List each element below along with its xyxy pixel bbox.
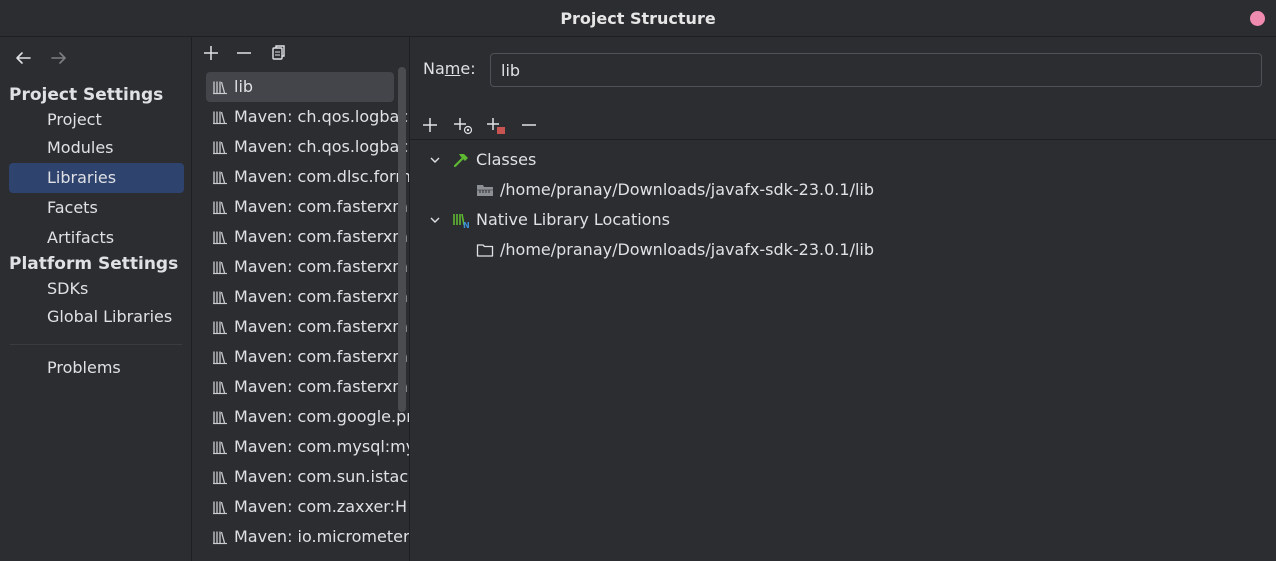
close-window-button[interactable] — [1250, 11, 1265, 26]
library-list-item[interactable]: Maven: io.micrometer — [206, 522, 409, 552]
settings-navigation: Project Settings Project Modules Librari… — [0, 37, 192, 561]
nav-item-sdks[interactable]: SDKs — [9, 274, 184, 304]
library-list-item[interactable]: Maven: ch.qos.logbac — [206, 102, 408, 132]
nav-item-global-libraries[interactable]: Global Libraries — [9, 302, 184, 332]
library-name: Maven: com.fasterxm — [234, 317, 408, 336]
library-list-item[interactable]: Maven: com.fasterxm — [206, 222, 408, 252]
back-arrow-icon[interactable] — [12, 47, 34, 69]
nav-item-artifacts[interactable]: Artifacts — [9, 223, 184, 253]
library-name: Maven: com.mysql:my — [234, 437, 410, 456]
library-icon — [213, 501, 227, 515]
library-list-item[interactable]: Maven: com.sun.istac — [206, 462, 408, 492]
library-list-item[interactable]: Maven: com.dlsc.form — [206, 162, 409, 192]
folder-icon — [476, 244, 494, 257]
nav-divider — [10, 344, 182, 345]
library-name: Maven: com.fasterxm — [234, 227, 408, 246]
library-list-scrollbar[interactable] — [398, 67, 406, 412]
library-name: Maven: com.sun.istac — [234, 467, 409, 486]
copy-library-icon[interactable] — [266, 41, 288, 65]
library-name: Maven: com.fasterxm — [234, 347, 408, 366]
library-icon — [213, 381, 227, 395]
library-icon — [213, 231, 227, 245]
library-icon — [213, 471, 227, 485]
library-list-item[interactable]: Maven: com.fasterxm — [206, 252, 408, 282]
jar-directory-icon — [477, 185, 493, 196]
classes-hammer-icon — [453, 154, 468, 168]
library-list-item[interactable]: Maven: com.fasterxm — [206, 312, 408, 342]
svg-text:N: N — [463, 221, 470, 229]
library-name-input[interactable] — [490, 53, 1262, 87]
library-icon — [213, 321, 227, 335]
section-project-settings: Project Settings — [9, 85, 164, 105]
name-label-part: Na — [423, 59, 445, 78]
library-icon — [213, 441, 227, 455]
classes-label: Classes — [476, 150, 537, 169]
library-icon — [213, 81, 227, 95]
section-platform-settings: Platform Settings — [9, 254, 179, 274]
toolbar-separator — [410, 139, 1276, 140]
library-list: lib Maven: ch.qos.logbac Maven: ch.qos.log… — [206, 72, 409, 552]
window-title: Project Structure — [560, 9, 716, 28]
library-icon — [213, 201, 227, 215]
library-list-item[interactable]: Maven: com.google.pr — [206, 402, 409, 432]
library-list-item[interactable]: Maven: com.fasterxm — [206, 342, 408, 372]
nav-item-problems[interactable]: Problems — [9, 353, 184, 383]
library-name: Maven: com.google.pr — [234, 407, 410, 426]
tree-node-native-path[interactable]: /home/pranay/Downloads/javafx-sdk-23.0.1… — [410, 235, 1276, 265]
library-icon — [213, 531, 227, 545]
classes-path-label: /home/pranay/Downloads/javafx-sdk-23.0.1… — [500, 180, 874, 199]
library-list-item[interactable]: Maven: com.zaxxer:H — [206, 492, 407, 522]
native-path-label: /home/pranay/Downloads/javafx-sdk-23.0.1… — [500, 240, 874, 259]
tree-node-classes[interactable]: Classes — [410, 145, 1276, 175]
library-icon — [213, 171, 227, 185]
attach-annotations-icon[interactable] — [451, 113, 475, 137]
name-label: Name: — [423, 59, 476, 78]
library-icon — [213, 111, 227, 125]
add-jar-icon[interactable] — [484, 113, 508, 137]
native-library-icon: N — [453, 213, 470, 229]
library-list-item[interactable]: Maven: com.fasterxm — [206, 282, 408, 312]
library-name: Maven: com.dlsc.form — [234, 167, 410, 186]
library-list-item[interactable]: Maven: ch.qos.logbac — [206, 132, 408, 162]
library-name: Maven: io.micrometer — [234, 527, 410, 546]
library-name: lib — [234, 77, 254, 96]
nav-item-modules[interactable]: Modules — [9, 133, 184, 163]
remove-root-icon[interactable] — [517, 113, 541, 137]
chevron-down-icon[interactable] — [428, 153, 442, 167]
library-name: Maven: com.zaxxer:H — [234, 497, 408, 516]
nav-item-libraries[interactable]: Libraries — [9, 163, 184, 193]
name-label-mnemonic: m — [444, 59, 461, 78]
library-icon — [213, 261, 227, 275]
library-list-item[interactable]: lib — [206, 72, 394, 102]
library-list-item[interactable]: Maven: com.mysql:my — [206, 432, 409, 462]
library-icon — [213, 411, 227, 425]
nav-item-facets[interactable]: Facets — [9, 193, 184, 223]
forward-arrow-icon[interactable] — [48, 47, 70, 69]
library-name: Maven: ch.qos.logbac — [234, 137, 409, 156]
library-icon — [213, 291, 227, 305]
library-list-item[interactable]: Maven: com.fasterxm — [206, 372, 408, 402]
remove-library-icon[interactable] — [233, 41, 255, 65]
tree-node-native-libraries[interactable]: N Native Library Locations — [410, 205, 1276, 235]
add-root-icon[interactable] — [418, 113, 442, 137]
native-label: Native Library Locations — [476, 210, 670, 229]
library-list-panel: lib Maven: ch.qos.logbac Maven: ch.qos.log… — [192, 37, 410, 561]
library-name: Maven: ch.qos.logbac — [234, 107, 409, 126]
library-name: Maven: com.fasterxm — [234, 257, 408, 276]
tree-node-classes-path[interactable]: /home/pranay/Downloads/javafx-sdk-23.0.1… — [410, 175, 1276, 205]
name-label-part: e: — [460, 59, 476, 78]
nav-item-project[interactable]: Project — [9, 105, 184, 135]
add-library-icon[interactable] — [200, 41, 222, 65]
library-name: Maven: com.fasterxm — [234, 287, 408, 306]
title-bar: Project Structure — [0, 0, 1276, 37]
library-detail-panel: Name: lib Classes /home/pranay/Downloads… — [410, 37, 1276, 561]
library-list-item[interactable]: Maven: com.fasterxm — [206, 192, 408, 222]
library-name: Maven: com.fasterxm — [234, 377, 408, 396]
library-name: Maven: com.fasterxm — [234, 197, 408, 216]
library-icon — [213, 141, 227, 155]
project-structure-window: Project Structure Project Settings Proje… — [0, 0, 1276, 561]
library-icon — [213, 351, 227, 365]
chevron-down-icon[interactable] — [428, 213, 442, 227]
